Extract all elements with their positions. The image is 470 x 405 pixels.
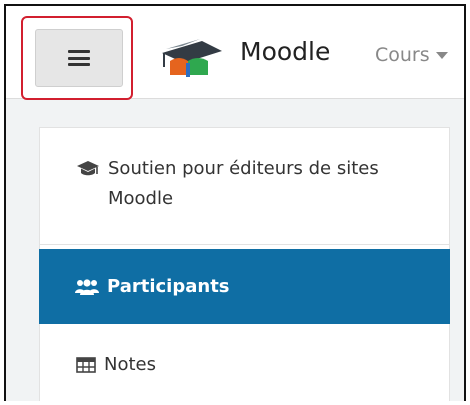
- caret-down-icon: [435, 52, 448, 59]
- nav-item-support[interactable]: Soutien pour éditeurs de sites Moodle: [40, 128, 449, 245]
- menu-toggle-highlight: [21, 16, 133, 100]
- courses-menu-label: Cours: [375, 44, 430, 66]
- nav-item-participants[interactable]: Participants: [39, 249, 450, 324]
- window: Moodle Cours Soutien pour éditeurs de si…: [4, 4, 466, 401]
- graduation-cap-icon: [77, 161, 99, 176]
- users-icon: [75, 278, 99, 295]
- courses-menu[interactable]: Cours: [375, 44, 448, 66]
- nav-drawer: Soutien pour éditeurs de sites Moodle Pa…: [39, 127, 450, 401]
- moodle-logo-icon[interactable]: [156, 33, 226, 81]
- hamburger-icon: [68, 50, 90, 66]
- menu-toggle-button[interactable]: [35, 29, 123, 87]
- nav-item-label: Soutien pour éditeurs de sites Moodle: [108, 158, 379, 209]
- nav-item-notes[interactable]: Notes: [40, 325, 449, 401]
- top-navbar: Moodle Cours: [6, 6, 464, 100]
- brand-name[interactable]: Moodle: [240, 37, 330, 66]
- nav-item-label: Notes: [104, 354, 156, 375]
- nav-item-label: Participants: [107, 275, 230, 297]
- table-icon: [76, 357, 96, 373]
